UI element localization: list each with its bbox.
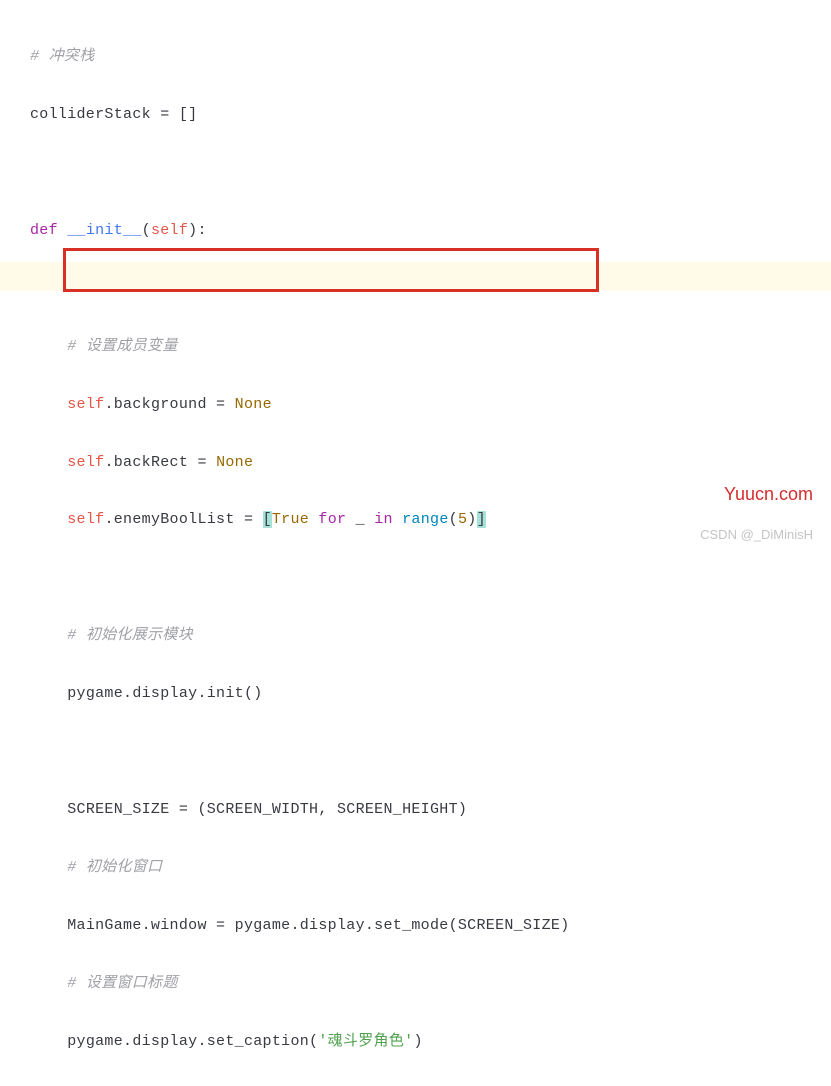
code-line: # 冲突栈	[30, 43, 831, 72]
bracket-close: ]	[477, 511, 486, 528]
code-line	[30, 275, 831, 304]
code-line: pygame.display.init()	[30, 680, 831, 709]
statement: pygame.display.init()	[67, 685, 262, 702]
statement: colliderStack = []	[30, 106, 197, 123]
comment: # 设置成员变量	[67, 338, 177, 355]
code-line: def __init__(self):	[30, 217, 831, 246]
comment: # 设置窗口标题	[67, 975, 177, 992]
code-line	[30, 564, 831, 593]
keyword-in: in	[374, 511, 393, 528]
string-literal: '魂斗罗角色'	[318, 1033, 413, 1050]
comment: # 冲突栈	[30, 48, 95, 65]
none-literal: None	[216, 454, 253, 471]
comment: # 初始化窗口	[67, 859, 162, 876]
code-line: self.background = None	[30, 391, 831, 420]
builtin-range: range	[393, 511, 449, 528]
code-line: self.backRect = None	[30, 449, 831, 478]
code-line: # 初始化窗口	[30, 854, 831, 883]
code-line: # 初始化展示模块	[30, 622, 831, 651]
none-literal: None	[235, 396, 272, 413]
code-line: # 设置成员变量	[30, 333, 831, 362]
code-line: pygame.display.set_caption('魂斗罗角色')	[30, 1028, 831, 1057]
true-literal: True	[272, 511, 309, 528]
code-line: SCREEN_SIZE = (SCREEN_WIDTH, SCREEN_HEIG…	[30, 796, 831, 825]
code-line: colliderStack = []	[30, 101, 831, 130]
self-ref: self	[67, 396, 104, 413]
keyword-for: for	[309, 511, 346, 528]
self-ref: self	[67, 454, 104, 471]
watermark-site: Yuucn.com	[724, 477, 813, 512]
code-line	[30, 159, 831, 188]
statement: MainGame.window = pygame.display.set_mod…	[67, 917, 569, 934]
bracket-open: [	[263, 511, 272, 528]
number-literal: 5	[458, 511, 467, 528]
code-line: MainGame.window = pygame.display.set_mod…	[30, 912, 831, 941]
self-ref: self	[67, 511, 104, 528]
statement: SCREEN_SIZE = (SCREEN_WIDTH, SCREEN_HEIG…	[67, 801, 467, 818]
keyword-def: def	[30, 222, 58, 239]
param-self: self	[151, 222, 188, 239]
comment: # 初始化展示模块	[67, 627, 193, 644]
watermark-author: CSDN @_DiMinisH	[700, 522, 813, 547]
function-name: __init__	[67, 222, 141, 239]
code-line: # 设置窗口标题	[30, 970, 831, 999]
code-line	[30, 738, 831, 767]
